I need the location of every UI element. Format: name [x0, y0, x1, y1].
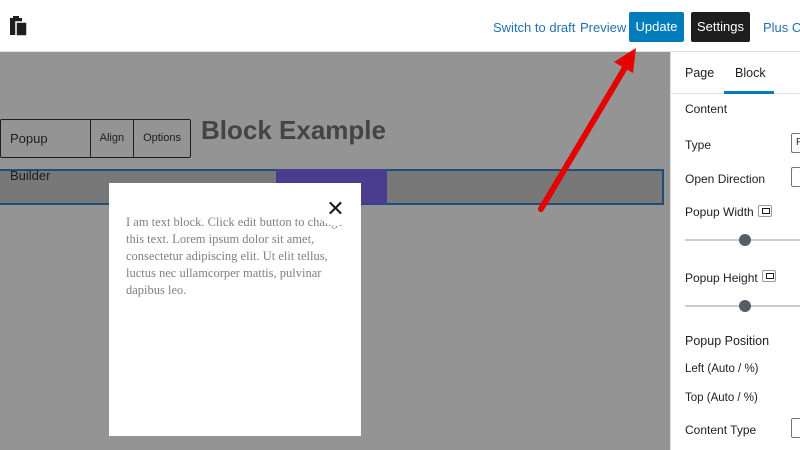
popup-text: I am text block. Click edit button to ch…: [126, 215, 343, 297]
page-heading: Block Example: [201, 115, 386, 145]
open-direction-label: Open Direction: [685, 172, 766, 186]
clipboard-icon[interactable]: [8, 14, 30, 38]
popup-width-label: Popup Width: [685, 205, 754, 219]
align-button[interactable]: Align: [91, 120, 135, 157]
type-select[interactable]: F: [791, 133, 800, 153]
settings-sidebar: Page Block Content Type F Open Direction…: [670, 52, 800, 450]
desktop-icon[interactable]: [762, 270, 776, 282]
content-type-label: Content Type: [685, 423, 757, 437]
open-direction-select[interactable]: [791, 167, 800, 187]
tab-page[interactable]: Page: [685, 66, 714, 80]
popup-position-label: Popup Position: [685, 334, 770, 348]
content-type-select[interactable]: [791, 418, 800, 438]
switch-to-draft-link[interactable]: Switch to draft: [493, 20, 575, 35]
preview-link[interactable]: Preview: [580, 20, 626, 35]
popup-builder-button[interactable]: Popup Builder: [1, 120, 91, 183]
content-section-title: Content: [685, 102, 728, 116]
popup-height-label: Popup Height: [685, 271, 758, 285]
type-label: Type: [685, 138, 712, 152]
options-button[interactable]: Options: [134, 120, 190, 157]
editor-header: Switch to draft Preview Update Settings …: [0, 0, 800, 52]
settings-button[interactable]: Settings: [691, 12, 750, 42]
popup-width-slider-thumb[interactable]: [739, 234, 751, 246]
update-button[interactable]: Update: [629, 12, 684, 42]
desktop-icon[interactable]: [758, 205, 772, 217]
tab-block[interactable]: Block: [735, 66, 766, 80]
close-icon[interactable]: ✕: [318, 191, 353, 226]
editor-canvas: Block Example Popup Builder Align Option…: [0, 52, 670, 450]
plus-customizer-link[interactable]: Plus Cus: [763, 20, 800, 35]
active-tab-indicator: [724, 91, 774, 94]
sidebar-tabs: Page Block: [671, 52, 800, 94]
block-toolbar: Popup Builder Align Options: [0, 119, 191, 183]
top-position-label: Top (Auto / %): [685, 392, 758, 404]
popup-height-slider-thumb[interactable]: [739, 300, 751, 312]
left-position-label: Left (Auto / %): [685, 363, 759, 375]
